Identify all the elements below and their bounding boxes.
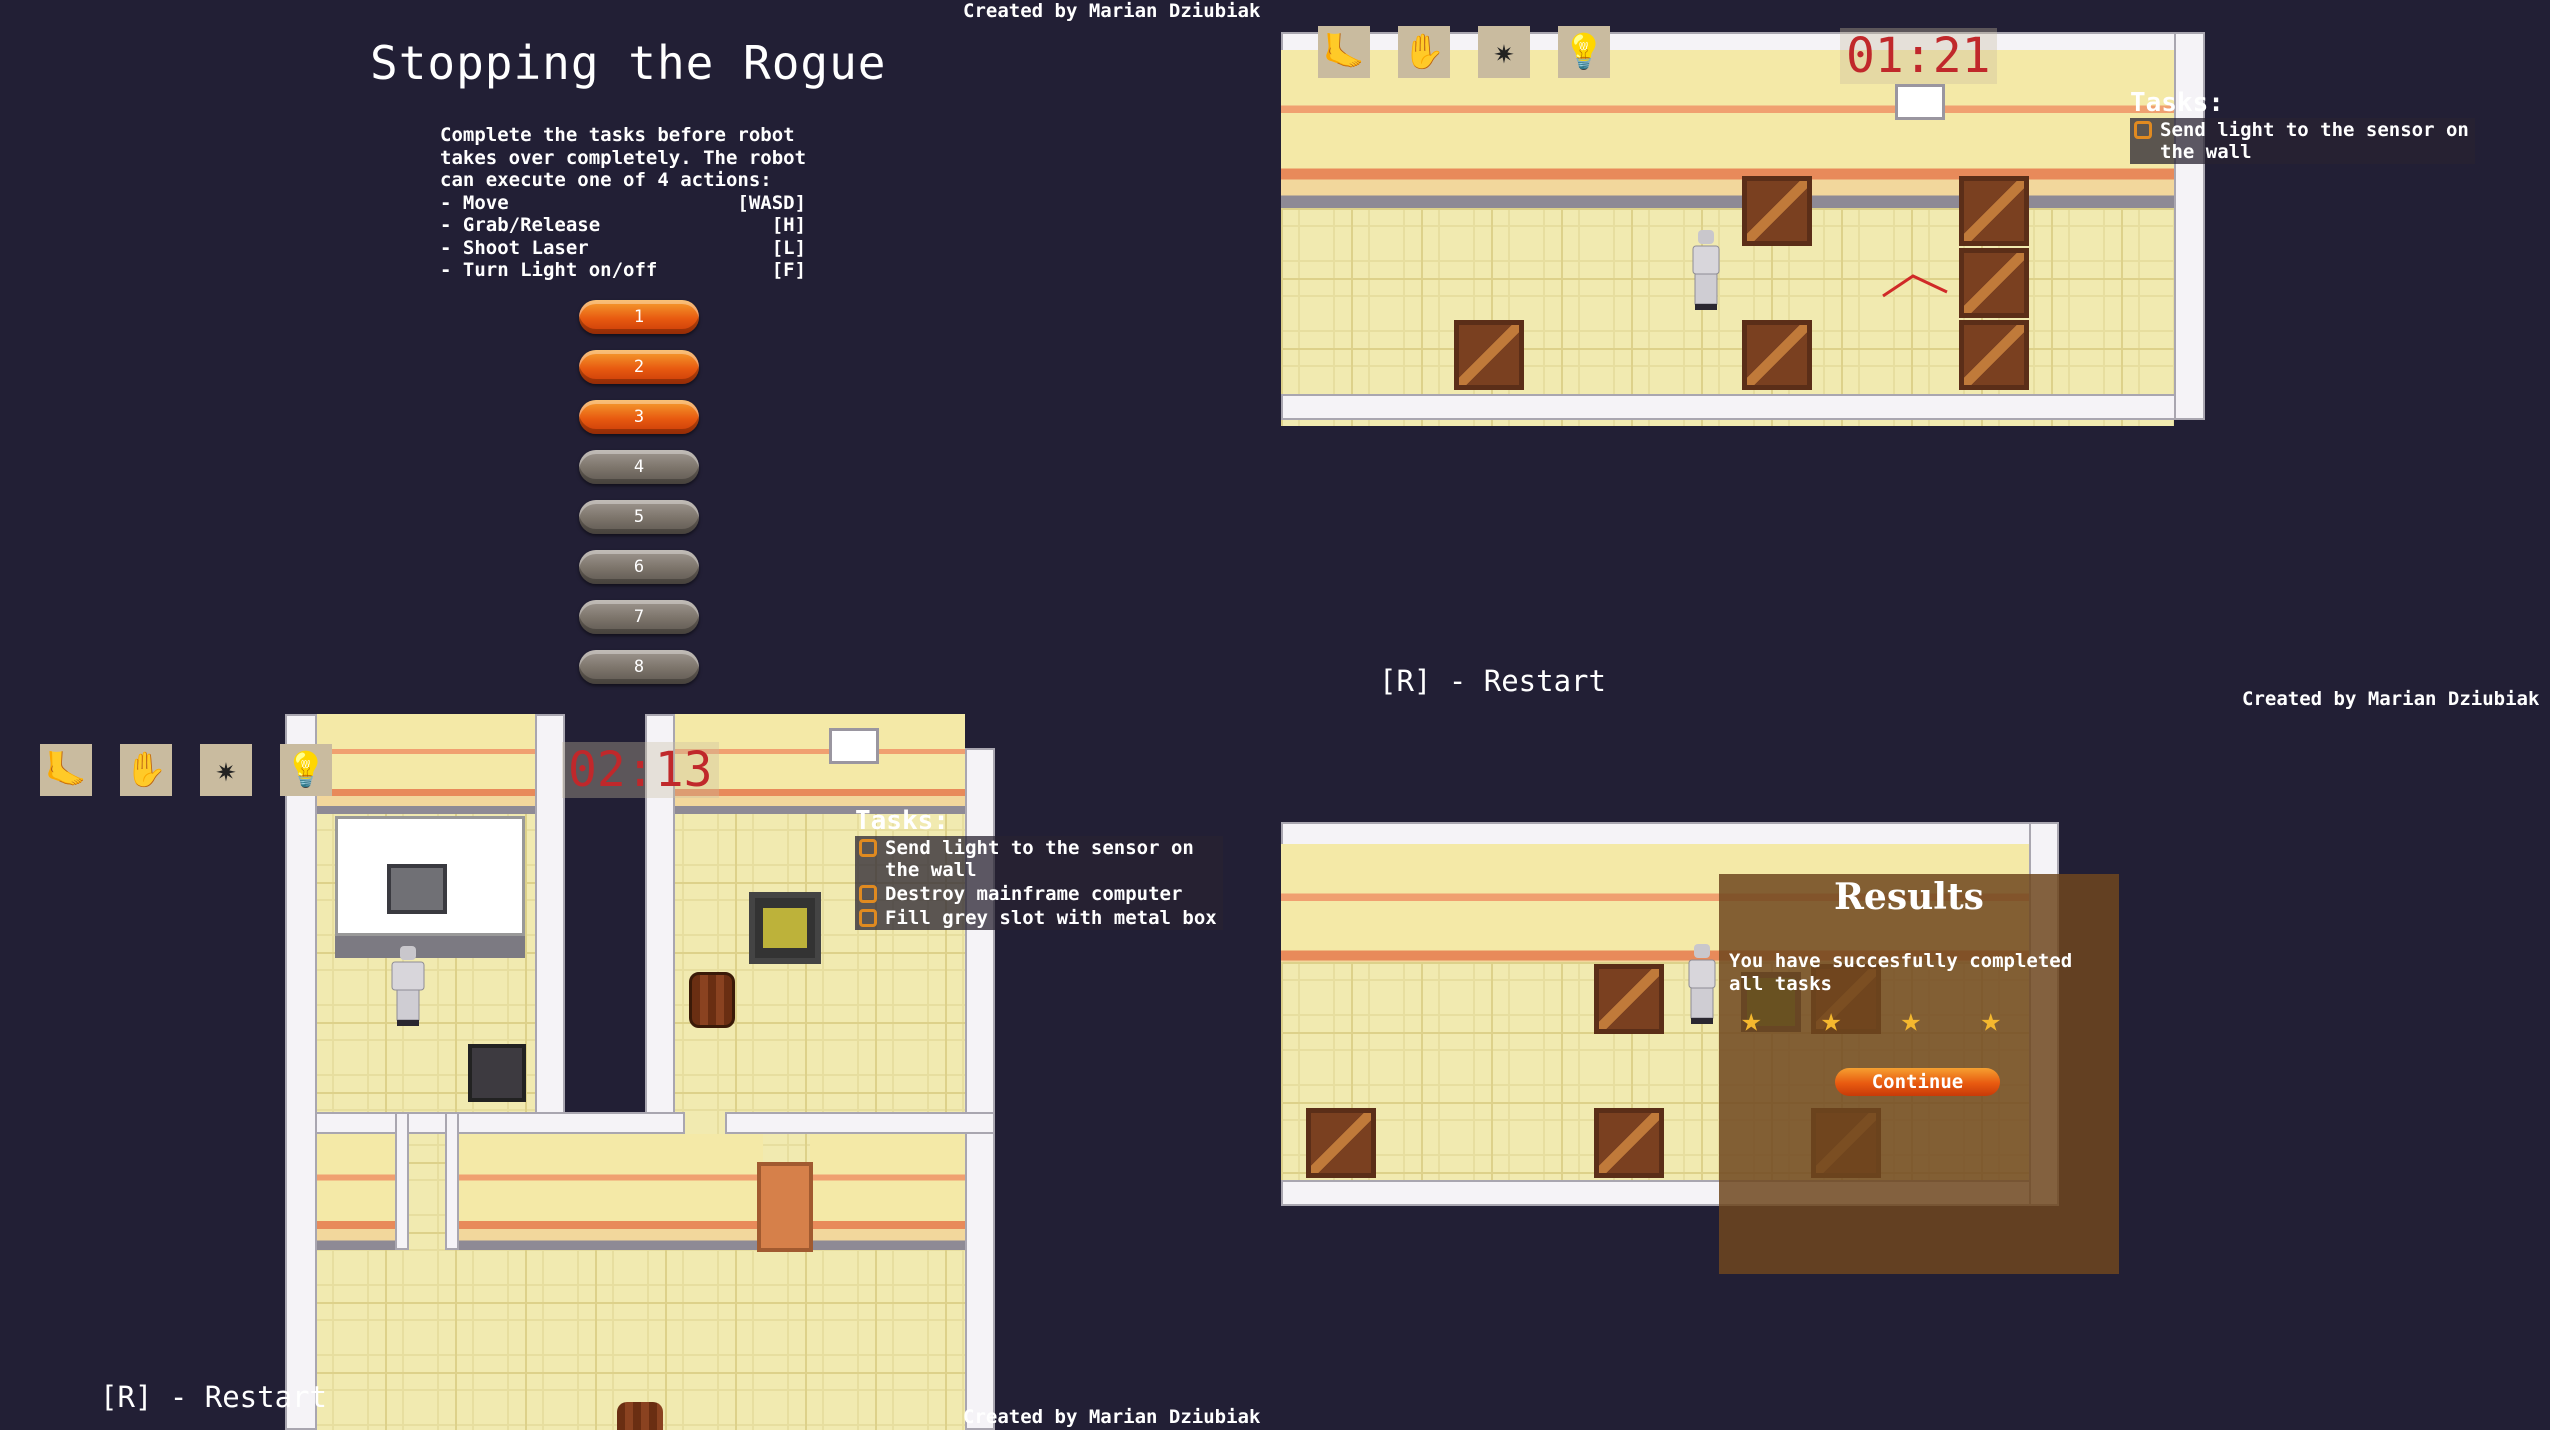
crate[interactable] (1594, 1108, 1664, 1178)
star-icon: ★ (1820, 1000, 1842, 1040)
level-view-top (1281, 32, 2205, 426)
move-icon[interactable]: 🦶 (40, 744, 92, 796)
task-checkbox (859, 839, 877, 857)
wall-top (315, 1112, 685, 1134)
barrel[interactable] (617, 1402, 663, 1430)
barrel[interactable] (689, 972, 735, 1028)
bottom-wall (1281, 394, 2205, 420)
back-wall (675, 714, 965, 814)
crate[interactable] (1959, 176, 2029, 246)
mainframe-base (335, 936, 525, 958)
grab-icon[interactable]: ✋ (120, 744, 172, 796)
level-1-button[interactable]: 1 (579, 300, 699, 334)
restart-hint-top: [R] - Restart (1379, 664, 1606, 698)
grab-icon[interactable]: ✋ (1398, 26, 1450, 78)
laser-icon[interactable]: ✷ (1478, 26, 1530, 78)
lower-wall (453, 1134, 763, 1250)
task-checkbox (859, 885, 877, 903)
star-icon: ★ (1900, 1000, 1922, 1040)
inner-wall (535, 714, 565, 1114)
game-instructions: Complete the tasks before robot takes ov… (440, 124, 807, 281)
level-5-button[interactable]: 5 (579, 500, 699, 534)
credit-text-top: Created by Marian Dziubiak (963, 0, 1261, 22)
star-rating: ★ ★ ★ ★ (1741, 1000, 2001, 1040)
credit-text-bottom: Created by Marian Dziubiak (963, 1406, 1261, 1428)
results-message: You have succesfully completed all tasks (1729, 950, 2073, 995)
task-checkbox (859, 909, 877, 927)
countdown-timer: 01:21 (1840, 28, 1997, 84)
back-wall (317, 714, 567, 814)
level-select: 1 2 3 4 5 6 7 8 (579, 300, 701, 684)
robot[interactable] (1689, 228, 1723, 318)
left-wall (285, 714, 317, 1430)
crate[interactable] (1594, 964, 1664, 1034)
door[interactable] (757, 1162, 813, 1252)
crate[interactable] (1742, 320, 1812, 390)
tasks-panel-left: Tasks: Send light to the sensor on the w… (855, 806, 1223, 930)
level-8-button[interactable]: 8 (579, 650, 699, 684)
light-bulb-icon[interactable]: 💡 (1558, 26, 1610, 78)
light-sensor (1895, 84, 1945, 120)
robot[interactable] (1685, 942, 1719, 1032)
wall-pillar (445, 1112, 459, 1250)
lower-wall (317, 1134, 397, 1250)
level-6-button[interactable]: 6 (579, 550, 699, 584)
metal-box[interactable] (468, 1044, 526, 1102)
crate[interactable] (1742, 176, 1812, 246)
wall-top (725, 1112, 995, 1134)
tasks-heading: Tasks: (855, 806, 949, 836)
crate[interactable] (1306, 1108, 1376, 1178)
crate[interactable] (1454, 320, 1524, 390)
task-item: Send light to the sensor on the wall (2130, 118, 2475, 164)
laser-beam (1882, 274, 1948, 298)
level-7-button[interactable]: 7 (579, 600, 699, 634)
action-bar-top: 🦶 ✋ ✷ 💡 (1318, 26, 1610, 78)
grey-slot (749, 892, 821, 964)
crate[interactable] (1959, 320, 2029, 390)
wall-pillar (395, 1112, 409, 1250)
move-icon[interactable]: 🦶 (1318, 26, 1370, 78)
level-2-button[interactable]: 2 (579, 350, 699, 384)
restart-hint-left: [R] - Restart (100, 1380, 327, 1414)
results-title: Results (1834, 876, 1984, 918)
results-dialog: Results You have succesfully completed a… (1719, 874, 2119, 1274)
tasks-panel-top: Tasks: Send light to the sensor on the w… (2130, 88, 2475, 164)
task-checkbox (2134, 121, 2152, 139)
crate[interactable] (1959, 248, 2029, 318)
continue-button[interactable]: Continue (1835, 1068, 2000, 1096)
robot[interactable] (391, 944, 425, 1034)
credit-text-right: Created by Marian Dziubiak (2242, 688, 2540, 710)
game-title: Stopping the Rogue (370, 36, 887, 90)
task-item: Send light to the sensor on the wall (855, 836, 1223, 882)
task-item: Fill grey slot with metal box (855, 906, 1223, 930)
mainframe-computer[interactable] (387, 864, 447, 914)
level-4-button[interactable]: 4 (579, 450, 699, 484)
lower-wall (810, 1134, 965, 1250)
action-bar-left: 🦶 ✋ ✷ 💡 (40, 744, 332, 796)
star-icon: ★ (1741, 1000, 1762, 1040)
laser-icon[interactable]: ✷ (200, 744, 252, 796)
star-icon: ★ (1980, 1000, 2001, 1040)
countdown-timer: 02:13 (562, 742, 719, 798)
light-sensor (829, 728, 879, 764)
task-item: Destroy mainframe computer (855, 882, 1223, 906)
level-3-button[interactable]: 3 (579, 400, 699, 434)
tasks-heading: Tasks: (2130, 88, 2224, 118)
light-bulb-icon[interactable]: 💡 (280, 744, 332, 796)
